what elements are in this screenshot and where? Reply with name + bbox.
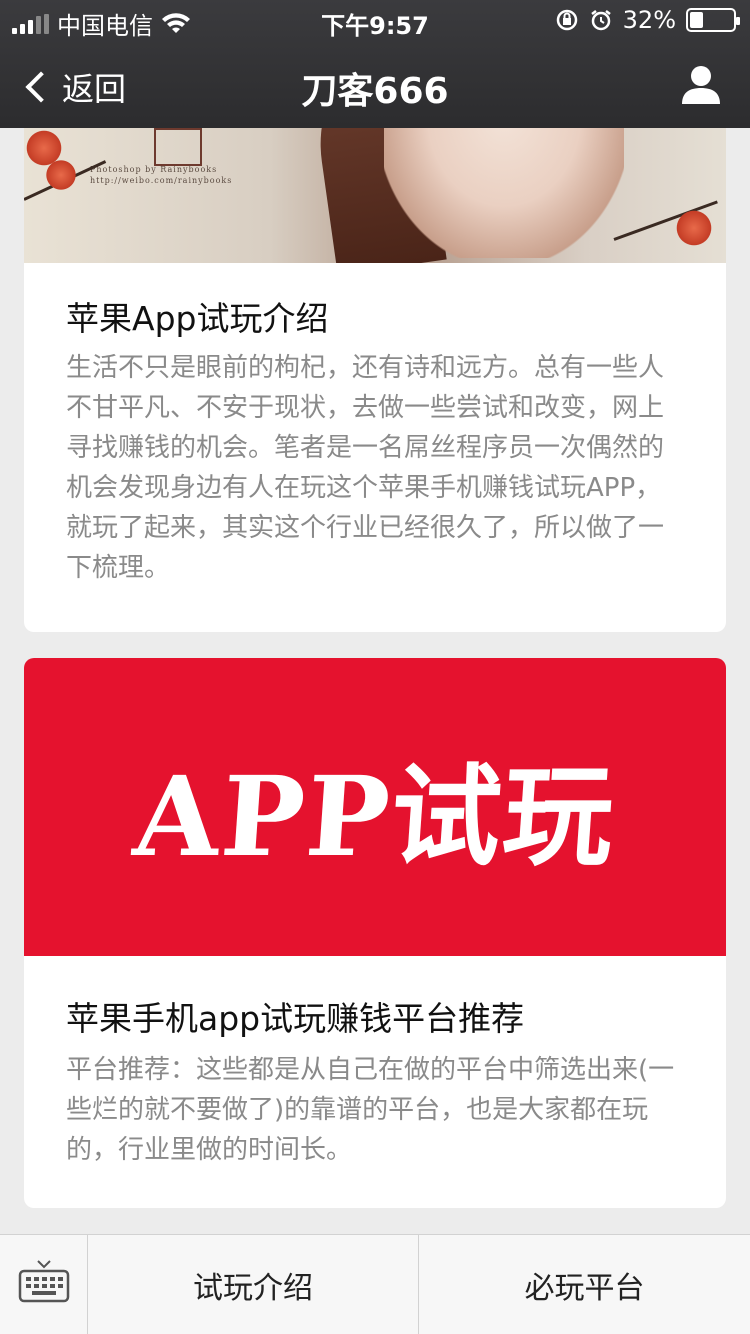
battery-icon [686, 8, 740, 32]
bottom-menu: 试玩介绍 必玩平台 [0, 1234, 750, 1334]
article-title: 苹果App试玩介绍 [66, 299, 329, 338]
keyboard-icon [18, 1260, 70, 1303]
article-card[interactable]: APP试玩 苹果手机app试玩赚钱平台推荐 平台推荐：这些都是从自己在做的平台中… [24, 658, 726, 1208]
person-icon[interactable] [680, 64, 722, 106]
cover-image-text: APP试玩 [129, 752, 620, 881]
status-bar: 中国电信 下午9:57 32% [0, 0, 750, 40]
page-title: 刀客666 [301, 71, 449, 112]
image-credit: Photoshop by Rainybooks http://weibo.com… [90, 165, 233, 185]
article-card[interactable]: Photoshop by Rainybooks http://weibo.com… [24, 128, 726, 632]
article-title: 苹果手机app试玩赚钱平台推荐 [66, 999, 525, 1038]
article-cover-image: APP试玩 [24, 658, 726, 956]
menu-item-must-play-platforms[interactable]: 必玩平台 [419, 1235, 750, 1334]
menu-item-trial-intro[interactable]: 试玩介绍 [88, 1235, 419, 1334]
menu-item-label: 试玩介绍 [193, 1271, 313, 1306]
alarm-icon [590, 10, 611, 31]
menu-item-label: 必玩平台 [524, 1271, 645, 1306]
seal-mark [154, 128, 202, 166]
nav-bar: 返回 刀客666 [0, 44, 750, 128]
top-bar: 中国电信 下午9:57 32% 返回 刀客666 [0, 0, 750, 128]
article-description: 平台推荐：这些都是从自己在做的平台中筛选出来(一些烂的就不要做了)的靠谱的平台，… [66, 1055, 675, 1165]
orientation-lock-icon [556, 9, 577, 31]
article-cover-image: Photoshop by Rainybooks http://weibo.com… [24, 128, 726, 263]
keyboard-toggle-button[interactable] [0, 1235, 88, 1334]
status-right: 32% [555, 6, 740, 34]
battery-percent: 32% [622, 6, 676, 34]
article-list: Photoshop by Rainybooks http://weibo.com… [0, 128, 750, 1234]
article-description: 生活不只是眼前的枸杞，还有诗和远方。总有一些人不甘平凡、不安于现状，去做一些尝试… [66, 353, 665, 583]
battery-fill [690, 12, 704, 28]
